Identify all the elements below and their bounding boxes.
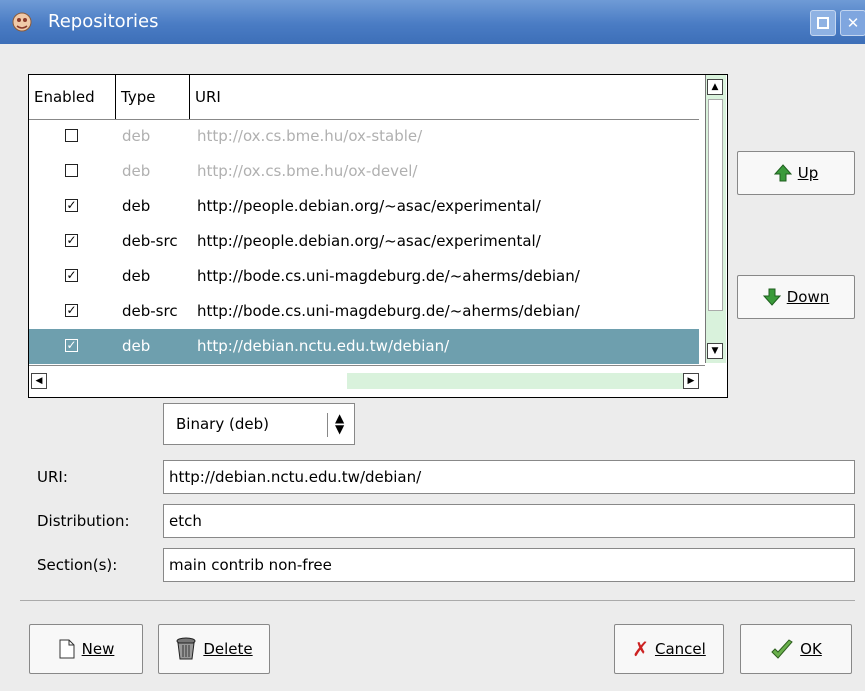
delete-button-label: Delete xyxy=(203,640,253,658)
vertical-scrollbar[interactable]: ▲ ▼ xyxy=(705,75,726,363)
scroll-right-icon[interactable]: ▶ xyxy=(683,373,699,389)
arrow-up-icon xyxy=(773,164,792,182)
maximize-icon[interactable] xyxy=(810,10,836,36)
scroll-left-icon[interactable]: ◀ xyxy=(31,373,47,389)
distribution-label: Distribution: xyxy=(37,512,130,530)
horizontal-scrollbar[interactable]: ◀ ▶ xyxy=(29,365,705,396)
ok-hand-icon xyxy=(771,639,793,659)
title-bar: Repositories ✕ xyxy=(0,0,865,44)
row-type: deb-src xyxy=(122,232,178,250)
row-uri: http://bode.cs.uni-magdeburg.de/~aherms/… xyxy=(197,302,580,320)
spinner-icon: ▲ ▼ xyxy=(335,411,345,436)
row-type: deb xyxy=(122,197,151,215)
down-button[interactable]: Down xyxy=(737,275,855,319)
trash-icon xyxy=(176,637,196,660)
row-type: deb xyxy=(122,127,151,145)
new-button[interactable]: New xyxy=(29,624,143,674)
row-type: deb xyxy=(122,337,151,355)
new-button-label: New xyxy=(81,640,115,658)
vertical-scroll-thumb[interactable] xyxy=(708,99,723,311)
sections-label: Section(s): xyxy=(37,556,118,574)
row-type: deb-src xyxy=(122,302,178,320)
close-icon[interactable]: ✕ xyxy=(840,10,865,36)
separator xyxy=(20,600,855,601)
sections-field[interactable]: main contrib non-free xyxy=(163,548,855,582)
app-icon xyxy=(12,12,32,32)
new-document-icon xyxy=(59,639,75,659)
row-type: deb xyxy=(122,267,151,285)
distribution-field[interactable]: etch xyxy=(163,504,855,538)
arrow-down-icon xyxy=(762,288,781,306)
cancel-button-label: Cancel xyxy=(654,640,706,658)
ok-button-label: OK xyxy=(800,640,822,658)
enabled-checkbox[interactable]: ✓ xyxy=(65,189,81,224)
column-header-uri[interactable]: URI xyxy=(190,75,699,119)
type-select-value: Binary (deb) xyxy=(176,415,269,433)
uri-label: URI: xyxy=(37,468,68,486)
row-uri: http://debian.nctu.edu.tw/debian/ xyxy=(197,337,450,355)
row-uri: http://ox.cs.bme.hu/ox-devel/ xyxy=(197,162,418,180)
row-uri: http://bode.cs.uni-magdeburg.de/~aherms/… xyxy=(197,267,580,285)
repository-list[interactable]: Enabled Type URI deb http://ox.cs.bme.hu… xyxy=(28,74,728,398)
row-uri: http://people.debian.org/~asac/experimen… xyxy=(197,197,541,215)
column-header-type[interactable]: Type xyxy=(116,75,190,119)
row-uri: http://people.debian.org/~asac/experimen… xyxy=(197,232,541,250)
list-item[interactable]: ✓ deb-src http://people.debian.org/~asac… xyxy=(29,224,699,259)
list-item[interactable]: ✓ deb-src http://bode.cs.uni-magdeburg.d… xyxy=(29,294,699,329)
ok-button[interactable]: OK xyxy=(740,624,852,674)
row-type: deb xyxy=(122,162,151,180)
enabled-checkbox[interactable]: ✓ xyxy=(65,224,81,259)
scroll-up-icon[interactable]: ▲ xyxy=(707,79,723,95)
window-title: Repositories xyxy=(48,11,159,32)
cancel-icon: ✗ xyxy=(632,637,649,661)
list-item[interactable]: deb http://ox.cs.bme.hu/ox-stable/ xyxy=(29,119,699,154)
enabled-checkbox[interactable]: ✓ xyxy=(65,294,81,329)
enabled-checkbox[interactable]: ✓ xyxy=(65,259,81,294)
uri-field[interactable]: http://debian.nctu.edu.tw/debian/ xyxy=(163,460,855,494)
horizontal-scroll-track[interactable] xyxy=(347,373,683,389)
enabled-checkbox[interactable] xyxy=(65,154,81,189)
scroll-down-icon[interactable]: ▼ xyxy=(707,343,723,359)
list-item[interactable]: deb http://ox.cs.bme.hu/ox-devel/ xyxy=(29,154,699,189)
up-button-label: Up xyxy=(797,164,819,182)
column-header-enabled[interactable]: Enabled xyxy=(29,75,116,119)
delete-button[interactable]: Delete xyxy=(158,624,270,674)
cancel-button[interactable]: ✗ Cancel xyxy=(614,624,724,674)
list-item[interactable]: ✓ deb http://bode.cs.uni-magdeburg.de/~a… xyxy=(29,259,699,294)
enabled-checkbox[interactable] xyxy=(65,119,81,154)
up-button[interactable]: Up xyxy=(737,151,855,195)
down-button-label: Down xyxy=(786,288,830,306)
row-uri: http://ox.cs.bme.hu/ox-stable/ xyxy=(197,127,423,145)
enabled-checkbox[interactable]: ✓ xyxy=(65,329,81,364)
list-item-selected[interactable]: ✓ deb http://debian.nctu.edu.tw/debian/ xyxy=(29,329,699,364)
list-header: Enabled Type URI xyxy=(29,75,699,120)
type-select[interactable]: Binary (deb) ▲ ▼ xyxy=(163,403,355,445)
list-item[interactable]: ✓ deb http://people.debian.org/~asac/exp… xyxy=(29,189,699,224)
